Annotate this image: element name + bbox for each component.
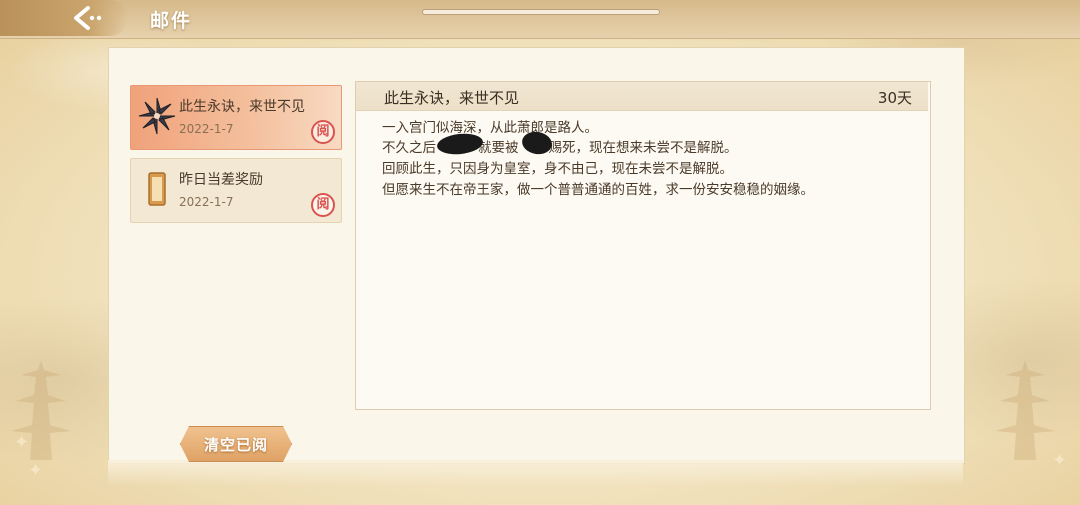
mail-body-text: 不久之后 bbox=[382, 140, 436, 156]
top-scroll-indicator[interactable] bbox=[422, 9, 660, 15]
sparkle-icon: ✦ bbox=[14, 432, 30, 453]
mail-body-line: 一入宫门似海深，从此萧郎是路人。 bbox=[382, 120, 598, 136]
mail-item-date: 2022-1-7 bbox=[179, 122, 234, 136]
top-bar: 邮件 bbox=[0, 0, 1080, 39]
read-stamp-icon: 阅 bbox=[311, 120, 335, 144]
back-arrow-icon bbox=[74, 6, 102, 30]
clear-read-button[interactable]: 清空已阅 bbox=[180, 426, 292, 462]
mail-detail-header: 此生永诀，来世不见 30天 bbox=[356, 82, 928, 111]
read-stamp-icon: 阅 bbox=[311, 193, 335, 217]
sparkle-icon: ✦ bbox=[28, 460, 44, 481]
sparkle-icon: ✦ bbox=[1052, 450, 1068, 471]
mail-detail-title: 此生永诀，来世不见 bbox=[384, 89, 520, 107]
page-title: 邮件 bbox=[150, 10, 193, 32]
mail-body-text: 就要被 bbox=[478, 140, 519, 156]
mail-body-line: 回顾此生，只因身为皇室，身不由己，现在未尝不是解脱。 bbox=[382, 161, 733, 177]
mail-body-line: 但愿来生不在帝王家，做一个普普通通的百姓，求一份安安稳稳的姻缘。 bbox=[382, 182, 814, 198]
mail-list-item[interactable]: 此生永诀，来世不见 2022-1-7 阅 bbox=[130, 85, 342, 150]
clear-read-label: 清空已阅 bbox=[203, 436, 268, 454]
mail-list-item[interactable]: 昨日当差奖励 2022-1-7 阅 bbox=[130, 158, 342, 223]
back-button[interactable] bbox=[0, 0, 128, 36]
mail-body-text: 赐死，现在想来未尝不是解脱。 bbox=[548, 140, 738, 156]
scroll-icon bbox=[148, 172, 166, 206]
mail-body-line: 不久之后 就要被 赐死，现在想来未尝不是解脱。 bbox=[382, 136, 738, 156]
mail-item-title: 昨日当差奖励 bbox=[179, 172, 263, 188]
pagoda-decoration-right bbox=[995, 360, 1055, 460]
shuriken-icon bbox=[138, 97, 176, 135]
mail-item-title: 此生永诀，来世不见 bbox=[179, 99, 305, 115]
mail-item-date: 2022-1-7 bbox=[179, 195, 234, 209]
mail-expiry-days: 30天 bbox=[877, 89, 912, 107]
panel-bottom-fade bbox=[108, 460, 963, 486]
